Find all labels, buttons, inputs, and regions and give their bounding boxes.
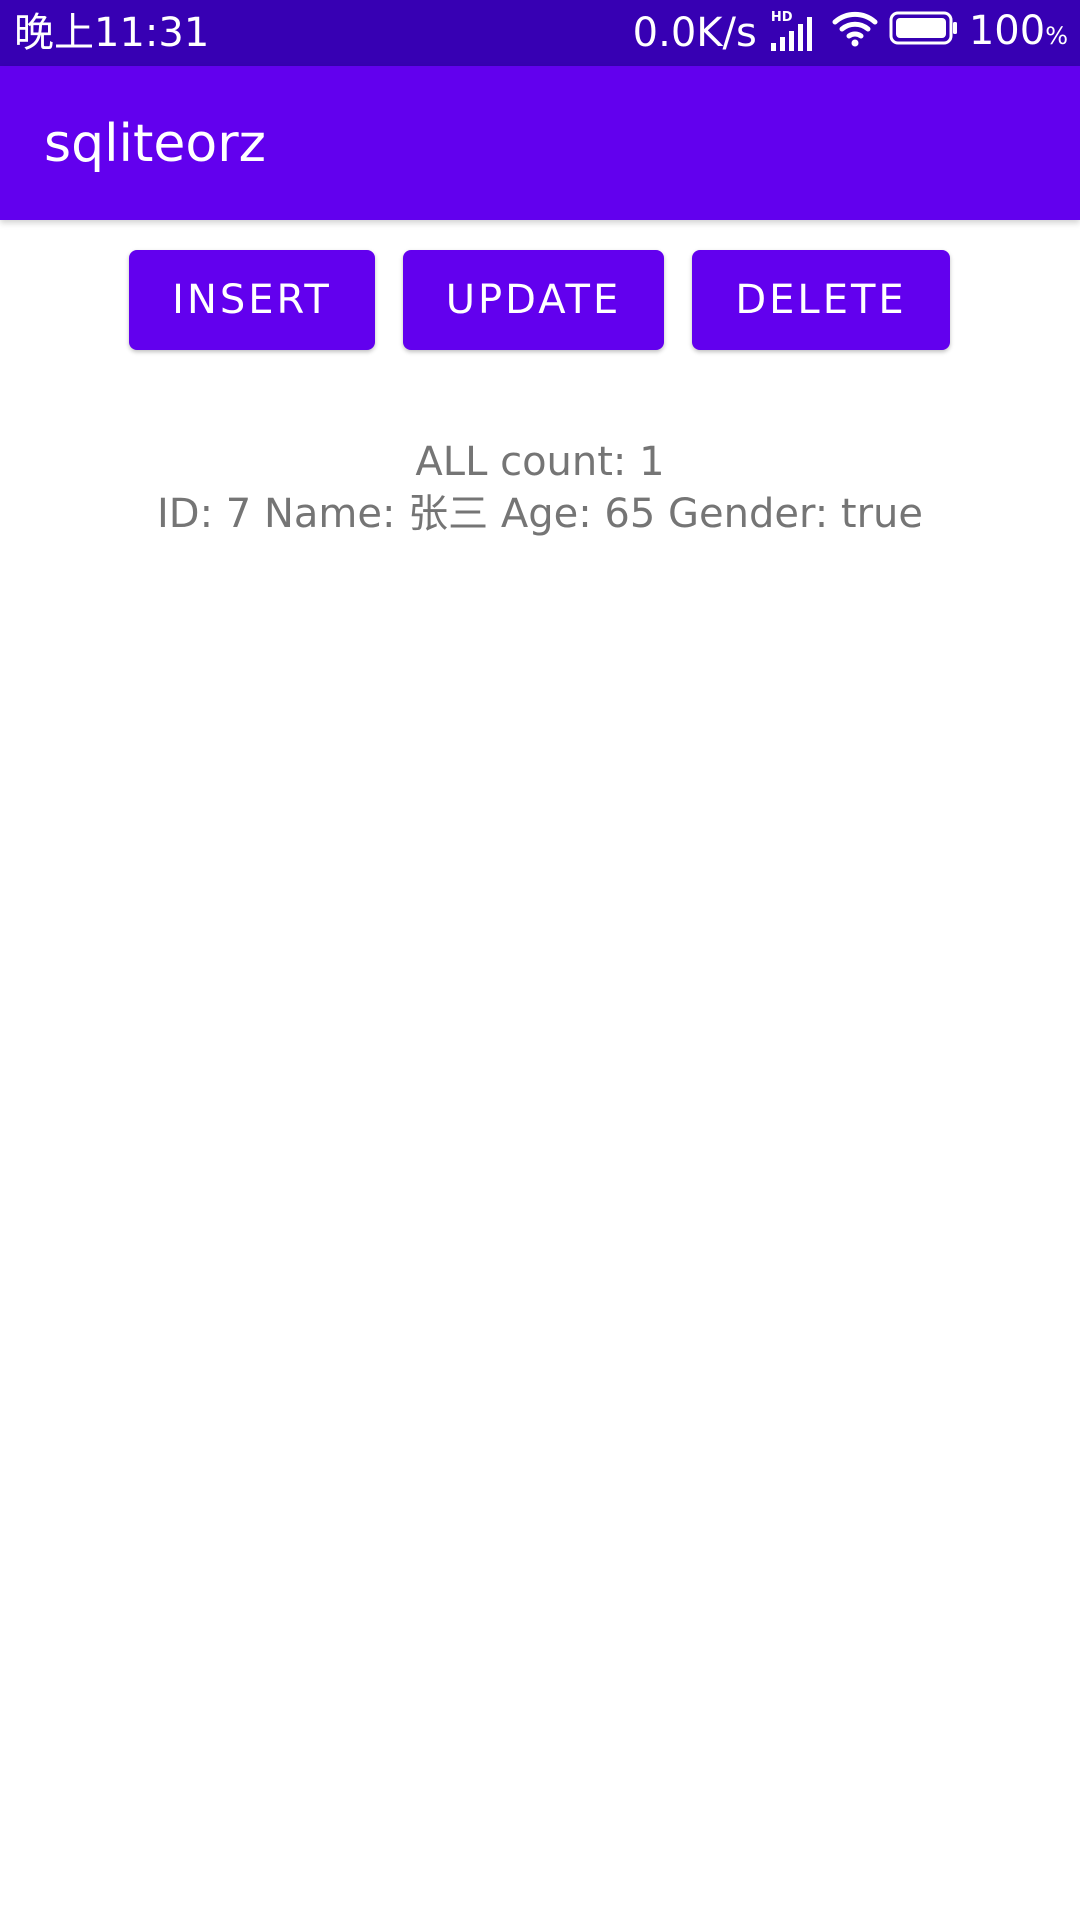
action-button-row: INSERT UPDATE DELETE: [0, 250, 1080, 350]
query-results: ALL count: 1 ID: 7 Name: 张三 Age: 65 Gend…: [0, 436, 1080, 540]
app-title: sqliteorz: [44, 114, 266, 174]
status-time: 晚上11:31: [14, 10, 210, 56]
battery-percent-value: 100: [968, 7, 1046, 54]
record-count: ALL count: 1: [415, 439, 665, 485]
battery-percent-sign: %: [1045, 21, 1068, 50]
delete-button[interactable]: DELETE: [692, 250, 950, 350]
battery-icon: [889, 10, 959, 56]
battery-percent: 100%: [969, 8, 1068, 59]
signal-icon: HD: [767, 11, 821, 55]
status-bar: 晚上11:31 0.0K/s HD 100%: [0, 0, 1080, 66]
app-bar: sqliteorz: [0, 66, 1080, 220]
wifi-icon: [831, 8, 879, 58]
status-icons: 0.0K/s HD 100%: [633, 8, 1068, 58]
update-button[interactable]: UPDATE: [403, 250, 664, 350]
record-row: ID: 7 Name: 张三 Age: 65 Gender: true: [156, 491, 923, 537]
hd-badge: HD: [770, 10, 793, 25]
insert-button[interactable]: INSERT: [129, 250, 375, 350]
network-speed: 0.0K/s: [632, 10, 757, 56]
